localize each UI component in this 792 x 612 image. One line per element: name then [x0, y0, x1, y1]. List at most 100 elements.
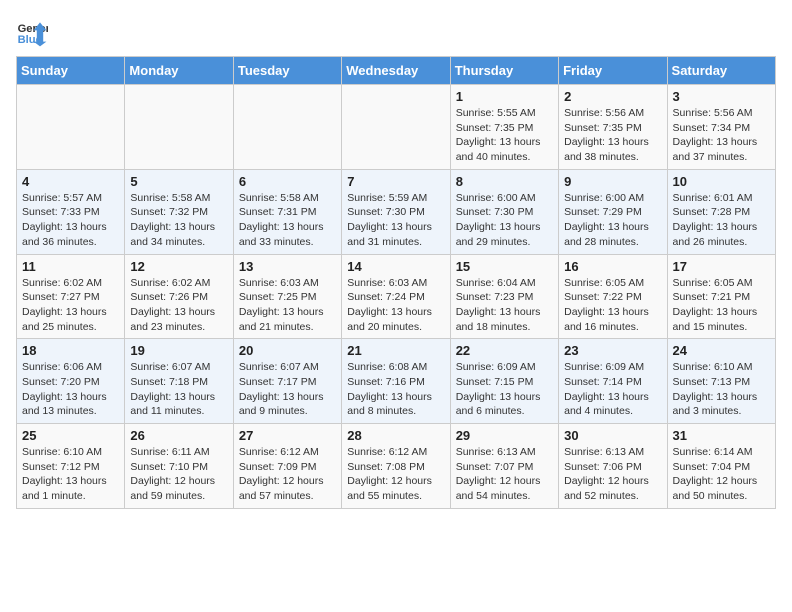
calendar-cell: 9 Sunrise: 6:00 AM Sunset: 7:29 PM Daylig…: [559, 169, 667, 254]
page-header: General Blue: [16, 16, 776, 48]
day-number: 1: [456, 89, 553, 104]
day-info: Sunrise: 5:56 AM Sunset: 7:34 PM Dayligh…: [673, 106, 770, 165]
day-number: 17: [673, 259, 770, 274]
day-number: 22: [456, 343, 553, 358]
calendar-cell: 28 Sunrise: 6:12 AM Sunset: 7:08 PM Dayli…: [342, 424, 450, 509]
calendar-cell: 27 Sunrise: 6:12 AM Sunset: 7:09 PM Dayli…: [233, 424, 341, 509]
calendar-cell: 26Sunrise: 6:11 AM Sunset: 7:10 PM Dayli…: [125, 424, 233, 509]
calendar-table: SundayMondayTuesdayWednesdayThursdayFrid…: [16, 56, 776, 509]
calendar-cell: 3 Sunrise: 5:56 AM Sunset: 7:34 PM Daylig…: [667, 85, 775, 170]
day-info: Sunrise: 6:14 AM Sunset: 7:04 PM Dayligh…: [673, 445, 770, 504]
day-number: 6: [239, 174, 336, 189]
day-info: Sunrise: 5:58 AM Sunset: 7:31 PM Dayligh…: [239, 191, 336, 250]
logo-icon: General Blue: [16, 16, 48, 48]
day-number: 3: [673, 89, 770, 104]
day-number: 9: [564, 174, 661, 189]
calendar-week-2: 4 Sunrise: 5:57 AM Sunset: 7:33 PM Daylig…: [17, 169, 776, 254]
day-number: 23: [564, 343, 661, 358]
day-info: Sunrise: 6:03 AM Sunset: 7:25 PM Dayligh…: [239, 276, 336, 335]
day-number: 13: [239, 259, 336, 274]
day-number: 25: [22, 428, 119, 443]
calendar-cell: 11Sunrise: 6:02 AM Sunset: 7:27 PM Dayli…: [17, 254, 125, 339]
day-number: 27: [239, 428, 336, 443]
calendar-week-5: 25 Sunrise: 6:10 AM Sunset: 7:12 PM Dayli…: [17, 424, 776, 509]
day-info: Sunrise: 6:12 AM Sunset: 7:08 PM Dayligh…: [347, 445, 444, 504]
day-info: Sunrise: 6:00 AM Sunset: 7:29 PM Dayligh…: [564, 191, 661, 250]
calendar-cell: 23Sunrise: 6:09 AM Sunset: 7:14 PM Dayli…: [559, 339, 667, 424]
calendar-header-row: SundayMondayTuesdayWednesdayThursdayFrid…: [17, 57, 776, 85]
day-number: 28: [347, 428, 444, 443]
calendar-cell: 2 Sunrise: 5:56 AM Sunset: 7:35 PM Daylig…: [559, 85, 667, 170]
day-number: 31: [673, 428, 770, 443]
day-number: 14: [347, 259, 444, 274]
day-number: 19: [130, 343, 227, 358]
calendar-week-1: 1 Sunrise: 5:55 AM Sunset: 7:35 PM Daylig…: [17, 85, 776, 170]
calendar-cell: 8 Sunrise: 6:00 AM Sunset: 7:30 PM Daylig…: [450, 169, 558, 254]
day-info: Sunrise: 5:56 AM Sunset: 7:35 PM Dayligh…: [564, 106, 661, 165]
calendar-cell: 29 Sunrise: 6:13 AM Sunset: 7:07 PM Dayli…: [450, 424, 558, 509]
calendar-cell: 14 Sunrise: 6:03 AM Sunset: 7:24 PM Dayli…: [342, 254, 450, 339]
day-number: 12: [130, 259, 227, 274]
day-info: Sunrise: 5:57 AM Sunset: 7:33 PM Dayligh…: [22, 191, 119, 250]
day-info: Sunrise: 6:02 AM Sunset: 7:26 PM Dayligh…: [130, 276, 227, 335]
day-info: Sunrise: 6:10 AM Sunset: 7:12 PM Dayligh…: [22, 445, 119, 504]
day-number: 2: [564, 89, 661, 104]
calendar-cell: [125, 85, 233, 170]
calendar-cell: 16 Sunrise: 6:05 AM Sunset: 7:22 PM Dayli…: [559, 254, 667, 339]
day-info: Sunrise: 6:05 AM Sunset: 7:22 PM Dayligh…: [564, 276, 661, 335]
day-info: Sunrise: 6:11 AM Sunset: 7:10 PM Dayligh…: [130, 445, 227, 504]
day-info: Sunrise: 6:08 AM Sunset: 7:16 PM Dayligh…: [347, 360, 444, 419]
day-info: Sunrise: 6:09 AM Sunset: 7:15 PM Dayligh…: [456, 360, 553, 419]
calendar-cell: 15 Sunrise: 6:04 AM Sunset: 7:23 PM Dayli…: [450, 254, 558, 339]
day-number: 21: [347, 343, 444, 358]
calendar-cell: 10Sunrise: 6:01 AM Sunset: 7:28 PM Dayli…: [667, 169, 775, 254]
day-number: 5: [130, 174, 227, 189]
day-info: Sunrise: 5:55 AM Sunset: 7:35 PM Dayligh…: [456, 106, 553, 165]
calendar-cell: 17 Sunrise: 6:05 AM Sunset: 7:21 PM Dayli…: [667, 254, 775, 339]
day-number: 8: [456, 174, 553, 189]
day-info: Sunrise: 6:13 AM Sunset: 7:06 PM Dayligh…: [564, 445, 661, 504]
day-info: Sunrise: 5:59 AM Sunset: 7:30 PM Dayligh…: [347, 191, 444, 250]
day-info: Sunrise: 6:13 AM Sunset: 7:07 PM Dayligh…: [456, 445, 553, 504]
calendar-cell: 7 Sunrise: 5:59 AM Sunset: 7:30 PM Daylig…: [342, 169, 450, 254]
calendar-cell: 24Sunrise: 6:10 AM Sunset: 7:13 PM Dayli…: [667, 339, 775, 424]
calendar-cell: [233, 85, 341, 170]
day-info: Sunrise: 6:03 AM Sunset: 7:24 PM Dayligh…: [347, 276, 444, 335]
day-number: 4: [22, 174, 119, 189]
day-header-saturday: Saturday: [667, 57, 775, 85]
day-header-wednesday: Wednesday: [342, 57, 450, 85]
calendar-cell: 30 Sunrise: 6:13 AM Sunset: 7:06 PM Dayli…: [559, 424, 667, 509]
calendar-cell: [17, 85, 125, 170]
day-number: 20: [239, 343, 336, 358]
day-number: 16: [564, 259, 661, 274]
day-info: Sunrise: 6:00 AM Sunset: 7:30 PM Dayligh…: [456, 191, 553, 250]
day-number: 24: [673, 343, 770, 358]
day-info: Sunrise: 5:58 AM Sunset: 7:32 PM Dayligh…: [130, 191, 227, 250]
day-info: Sunrise: 6:04 AM Sunset: 7:23 PM Dayligh…: [456, 276, 553, 335]
day-number: 29: [456, 428, 553, 443]
day-header-sunday: Sunday: [17, 57, 125, 85]
logo: General Blue: [16, 16, 48, 48]
calendar-cell: 5 Sunrise: 5:58 AM Sunset: 7:32 PM Daylig…: [125, 169, 233, 254]
day-info: Sunrise: 6:12 AM Sunset: 7:09 PM Dayligh…: [239, 445, 336, 504]
day-header-friday: Friday: [559, 57, 667, 85]
day-number: 18: [22, 343, 119, 358]
day-number: 10: [673, 174, 770, 189]
calendar-cell: [342, 85, 450, 170]
calendar-cell: 25 Sunrise: 6:10 AM Sunset: 7:12 PM Dayli…: [17, 424, 125, 509]
day-info: Sunrise: 6:06 AM Sunset: 7:20 PM Dayligh…: [22, 360, 119, 419]
calendar-cell: 1 Sunrise: 5:55 AM Sunset: 7:35 PM Daylig…: [450, 85, 558, 170]
day-header-thursday: Thursday: [450, 57, 558, 85]
calendar-cell: 6 Sunrise: 5:58 AM Sunset: 7:31 PM Daylig…: [233, 169, 341, 254]
day-info: Sunrise: 6:05 AM Sunset: 7:21 PM Dayligh…: [673, 276, 770, 335]
calendar-cell: 13 Sunrise: 6:03 AM Sunset: 7:25 PM Dayli…: [233, 254, 341, 339]
calendar-cell: 22 Sunrise: 6:09 AM Sunset: 7:15 PM Dayli…: [450, 339, 558, 424]
calendar-week-3: 11Sunrise: 6:02 AM Sunset: 7:27 PM Dayli…: [17, 254, 776, 339]
day-header-tuesday: Tuesday: [233, 57, 341, 85]
day-number: 30: [564, 428, 661, 443]
day-number: 15: [456, 259, 553, 274]
day-info: Sunrise: 6:07 AM Sunset: 7:17 PM Dayligh…: [239, 360, 336, 419]
day-info: Sunrise: 6:02 AM Sunset: 7:27 PM Dayligh…: [22, 276, 119, 335]
day-number: 7: [347, 174, 444, 189]
calendar-cell: 18 Sunrise: 6:06 AM Sunset: 7:20 PM Dayli…: [17, 339, 125, 424]
